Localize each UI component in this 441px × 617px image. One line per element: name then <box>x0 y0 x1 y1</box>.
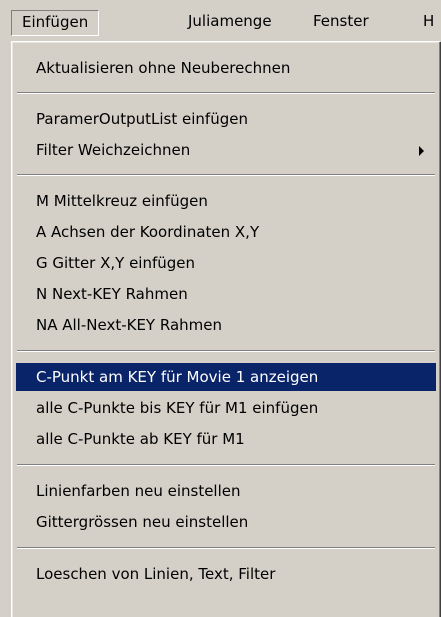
menu-separator <box>17 464 435 466</box>
menu-item-label: Filter Weichzeichnen <box>36 141 191 159</box>
menubar-fenster[interactable]: Fenster <box>313 10 369 32</box>
submenu-arrow-icon <box>419 146 424 156</box>
menu-item-label: C-Punkt am KEY für Movie 1 anzeigen <box>36 368 319 386</box>
menu-item-parameroutputlist[interactable]: ParamerOutputList einfügen <box>16 105 436 133</box>
menu-item-filter-weichzeichnen[interactable]: Filter Weichzeichnen <box>16 136 436 164</box>
menu-item-all-next-key-rahmen[interactable]: NA All-Next-KEY Rahmen <box>16 311 436 339</box>
menu-item-label: alle C-Punkte ab KEY für M1 <box>36 430 245 448</box>
menu-item-label: alle C-Punkte bis KEY für M1 einfügen <box>36 399 319 417</box>
menu-item-label: Gittergrössen neu einstellen <box>36 513 249 531</box>
menu-separator <box>17 547 435 549</box>
menu-item-gitter[interactable]: G Gitter X,Y einfügen <box>16 249 436 277</box>
menu-separator <box>17 350 435 352</box>
menu-item-c-punkte-bis-key[interactable]: alle C-Punkte bis KEY für M1 einfügen <box>16 394 436 422</box>
menu-item-label: G Gitter X,Y einfügen <box>36 254 196 272</box>
menu-item-aktualisieren[interactable]: Aktualisieren ohne Neuberechnen <box>16 54 436 82</box>
menu-item-label: N Next-KEY Rahmen <box>36 285 188 303</box>
menubar-einfuegen[interactable]: Einfügen <box>11 10 100 36</box>
menu-item-mittelkreuz[interactable]: M Mittelkreuz einfügen <box>16 187 436 215</box>
menu-item-loeschen[interactable]: Loeschen von Linien, Text, Filter <box>16 560 436 588</box>
menu-item-achsen[interactable]: A Achsen der Koordinaten X,Y <box>16 218 436 246</box>
menu-item-label: NA All-Next-KEY Rahmen <box>36 316 222 334</box>
menubar-juliamenge[interactable]: Juliamenge <box>188 10 272 32</box>
menu-item-label: M Mittelkreuz einfügen <box>36 192 208 210</box>
menu-item-c-punkte-ab-key[interactable]: alle C-Punkte ab KEY für M1 <box>16 425 436 453</box>
menu-bar: Einfügen Juliamenge Fenster H <box>0 0 441 39</box>
menu-item-label: A Achsen der Koordinaten X,Y <box>36 223 260 241</box>
menu-item-c-punkt-anzeigen[interactable]: C-Punkt am KEY für Movie 1 anzeigen <box>16 363 436 391</box>
menu-item-label: ParamerOutputList einfügen <box>36 110 248 128</box>
menu-item-next-key-rahmen[interactable]: N Next-KEY Rahmen <box>16 280 436 308</box>
menu-item-gittergroessen[interactable]: Gittergrössen neu einstellen <box>16 508 436 536</box>
menu-separator <box>17 92 435 94</box>
menu-item-label: Loeschen von Linien, Text, Filter <box>36 565 276 583</box>
menu-item-label: Aktualisieren ohne Neuberechnen <box>36 59 291 77</box>
menubar-help[interactable]: H <box>423 10 434 32</box>
menu-item-label: Linienfarben neu einstellen <box>36 482 241 500</box>
menu-separator <box>17 174 435 176</box>
menu-item-linienfarben[interactable]: Linienfarben neu einstellen <box>16 477 436 505</box>
einfuegen-dropdown-menu: Aktualisieren ohne Neuberechnen ParamerO… <box>11 41 441 617</box>
